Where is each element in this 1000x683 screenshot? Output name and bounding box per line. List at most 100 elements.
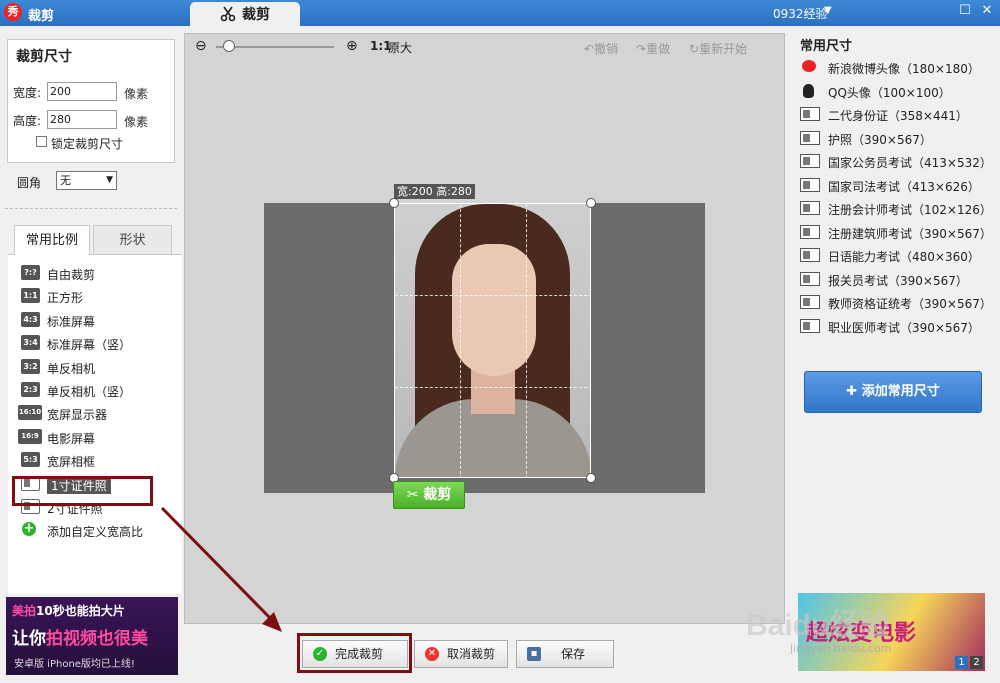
common-size-item[interactable]: 注册建筑师考试（390×567）: [800, 222, 995, 244]
crop-handle-top-left[interactable]: [389, 198, 399, 208]
ratio-label: 电影屏幕: [47, 431, 96, 446]
save-icon: ▪: [527, 647, 541, 661]
common-size-item[interactable]: 新浪微博头像（180×180）: [800, 57, 995, 79]
ad-headline-b: 拍视频也很美: [46, 629, 148, 649]
id-card-icon: [800, 130, 820, 145]
ratio-item-widescreen[interactable]: 16:10 宽屏显示器: [8, 403, 178, 425]
crop-button-label: 裁剪: [423, 487, 452, 503]
crop-button[interactable]: ✂ 裁剪: [393, 481, 465, 509]
ad-slogan: 10秒也能拍大片: [36, 604, 125, 618]
tab-shape[interactable]: 形状: [93, 225, 172, 255]
common-size-item[interactable]: 教师资格证统考（390×567）: [800, 292, 995, 314]
ratio-list: ?:? 自由裁剪 1:1 正方形 4:3 标准屏幕 3:4 标准屏幕（竖） 3:2 单反相机 2:3…: [8, 254, 182, 594]
add-common-size-button[interactable]: ✚ 添加常用尺寸: [804, 371, 982, 413]
crop-region[interactable]: [394, 203, 591, 478]
qq-icon: [800, 83, 820, 98]
id-card-icon: [800, 271, 820, 286]
grid-line: [395, 387, 590, 388]
app-logo-icon: 秀: [4, 3, 22, 21]
common-size-label: 国家司法考试（413×626）: [828, 179, 980, 194]
ad-pager: 12: [953, 656, 983, 669]
common-size-item[interactable]: 国家公务员考试（413×532）: [800, 151, 995, 173]
ad-line-2: 让你拍视频也很美: [12, 624, 148, 649]
id-card-icon: [800, 248, 820, 262]
width-unit: 像素: [124, 87, 149, 101]
ad-banner-meipai[interactable]: 美拍10秒也能拍大片 让你拍视频也很美 安卓版 iPhone版均已上线!: [6, 597, 178, 675]
ratio-item-movie[interactable]: 16:9 电影屏幕: [8, 427, 178, 449]
crop-handle-top-right[interactable]: [586, 198, 596, 208]
maximize-icon[interactable]: ☐: [958, 4, 972, 18]
ratio-item-dslr[interactable]: 3:2 单反相机: [8, 357, 178, 379]
crop-handle-bottom-right[interactable]: [586, 473, 596, 483]
lock-size-label[interactable]: 锁定裁剪尺寸: [51, 135, 123, 152]
zoom-in-icon[interactable]: ⊕: [346, 38, 358, 54]
lock-size-checkbox[interactable]: [36, 136, 47, 147]
cancel-icon: ✕: [425, 647, 439, 661]
cancel-crop-label: 取消裁剪: [447, 647, 496, 661]
close-icon[interactable]: ✕: [980, 4, 994, 18]
ad-page-1[interactable]: 1: [955, 656, 968, 669]
common-size-item[interactable]: 注册会计师考试（102×126）: [800, 198, 995, 220]
common-size-item[interactable]: 二代身份证（358×441）: [800, 104, 995, 126]
ratio-label: 单反相机: [47, 361, 96, 376]
common-size-item[interactable]: QQ头像（100×100）: [800, 81, 995, 103]
chevron-down-icon: ▼: [106, 175, 113, 185]
undo-icon: ↶: [584, 42, 595, 56]
undo-button[interactable]: ↶撤销: [584, 40, 618, 57]
grid-line: [460, 204, 461, 477]
ratio-label: 单反相机（竖）: [47, 385, 132, 399]
plus-icon: +: [22, 521, 36, 537]
ratio-item-add-custom[interactable]: + 添加自定义宽高比: [8, 520, 178, 542]
restart-button[interactable]: ↻重新开始: [689, 40, 747, 57]
cancel-crop-button[interactable]: ✕ 取消裁剪: [414, 640, 508, 668]
photo-face: [452, 244, 536, 376]
width-input[interactable]: 200: [47, 82, 117, 101]
add-common-size-label: 添加常用尺寸: [861, 384, 940, 399]
scissors-icon: ✂: [406, 487, 419, 503]
common-size-label: 二代身份证（358×441）: [828, 109, 968, 123]
ratio-badge-icon: 3:4: [21, 335, 40, 351]
restart-label: 重新开始: [699, 42, 748, 56]
save-button[interactable]: ▪ 保存: [516, 640, 614, 668]
ratio-item-standard[interactable]: 4:3 标准屏幕: [8, 310, 178, 332]
canvas-toolbar: ⊖ ⊕ 1:1 原大 ↶撤销 ↷重做 ↻重新开始: [184, 34, 785, 60]
zoom-original-label[interactable]: 原大: [388, 39, 412, 56]
plus-icon: ✚: [846, 384, 858, 399]
redo-icon: ↷: [636, 42, 647, 56]
common-size-label: 日语能力考试（480×360）: [828, 250, 980, 264]
ad-line-1: 美拍10秒也能拍大片: [12, 602, 125, 619]
ad-page-2[interactable]: 2: [970, 656, 983, 669]
ratio-item-dslr-portrait[interactable]: 2:3 单反相机（竖）: [8, 380, 178, 402]
ratio-label: 标准屏幕: [47, 314, 96, 329]
common-size-label: 新浪微博头像（180×180）: [828, 62, 980, 76]
ratio-badge-icon: 5:3: [21, 452, 40, 468]
corner-select[interactable]: 无 ▼: [56, 171, 117, 190]
tab-crop[interactable]: 裁剪: [190, 2, 300, 26]
ratio-item-wide-frame[interactable]: 5:3 宽屏相框: [8, 450, 178, 472]
scissors-icon: [220, 6, 236, 22]
common-sizes-title: 常用尺寸: [800, 39, 853, 54]
tab-common-ratio[interactable]: 常用比例: [14, 225, 90, 255]
tab-crop-label: 裁剪: [242, 7, 270, 23]
zoom-out-icon[interactable]: ⊖: [195, 38, 207, 54]
ratio-item-square[interactable]: 1:1 正方形: [8, 286, 178, 308]
corner-label: 圆角: [17, 176, 42, 190]
ratio-label: 宽屏相框: [47, 455, 96, 470]
common-size-item[interactable]: 日语能力考试（480×360）: [800, 245, 995, 267]
save-label: 保存: [561, 647, 586, 661]
common-size-item[interactable]: 护照（390×567）: [800, 128, 995, 150]
id-card-icon: [800, 318, 820, 333]
height-input[interactable]: 280: [47, 110, 117, 129]
redo-button[interactable]: ↷重做: [636, 40, 670, 57]
chevron-down-icon[interactable]: ▼: [824, 5, 832, 16]
ratio-item-free[interactable]: ?:? 自由裁剪: [8, 263, 178, 285]
zoom-slider-knob[interactable]: [223, 40, 236, 52]
app-title: 裁剪: [28, 9, 55, 24]
common-size-item[interactable]: 职业医师考试（390×567）: [800, 316, 995, 338]
ratio-item-standard-portrait[interactable]: 3:4 标准屏幕（竖）: [8, 333, 178, 355]
common-size-item[interactable]: 国家司法考试（413×626）: [800, 175, 995, 197]
ratio-label: 添加自定义宽高比: [47, 525, 144, 540]
baidu-watermark: Baidu经验: [746, 609, 890, 642]
common-size-item[interactable]: 报关员考试（390×567）: [800, 269, 995, 291]
user-account[interactable]: 0932经验: [773, 5, 828, 22]
